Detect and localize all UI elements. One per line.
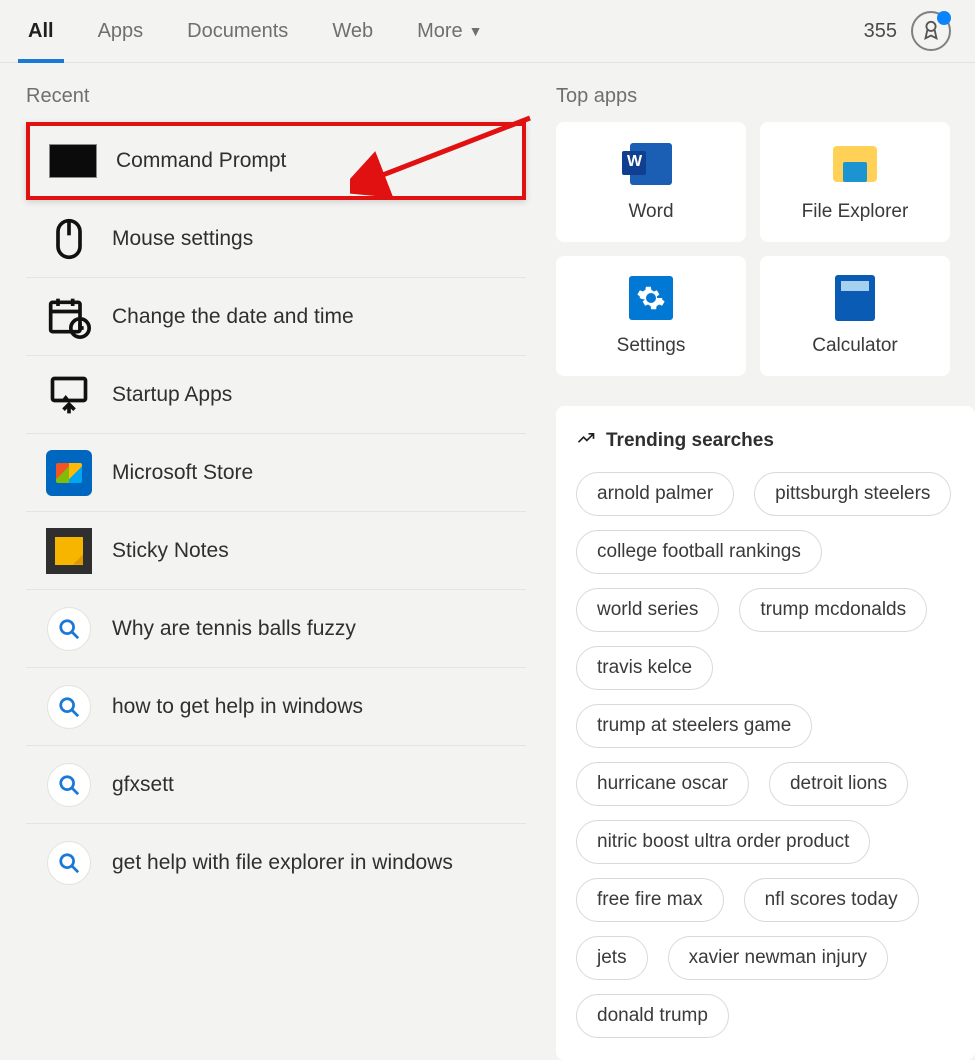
rewards-badge-icon[interactable] [911, 11, 951, 51]
recent-item-microsoft-store[interactable]: Microsoft Store [26, 434, 526, 512]
trending-searches-card: Trending searches arnold palmer pittsburg… [556, 406, 975, 1060]
sticky-notes-icon [44, 526, 94, 576]
app-card-label: File Explorer [802, 201, 909, 223]
recent-item-search-help-windows[interactable]: how to get help in windows [26, 668, 526, 746]
tab-documents[interactable]: Documents [165, 0, 310, 62]
settings-icon [628, 275, 674, 321]
tab-apps[interactable]: Apps [76, 0, 166, 62]
recent-item-search-help-explorer[interactable]: get help with file explorer in windows [26, 824, 526, 902]
command-prompt-icon [48, 136, 98, 186]
recent-item-label: Startup Apps [112, 383, 232, 407]
tab-label: Web [332, 20, 373, 43]
trending-chip[interactable]: college football rankings [576, 530, 822, 574]
tab-more[interactable]: More ▼ [395, 0, 504, 62]
tab-label: Documents [187, 20, 288, 43]
file-explorer-icon [832, 141, 878, 187]
recent-item-label: Mouse settings [112, 227, 253, 251]
trending-chip[interactable]: free fire max [576, 878, 724, 922]
recent-item-label: gfxsett [112, 773, 174, 797]
tab-label: Apps [98, 20, 144, 43]
tab-all[interactable]: All [6, 0, 76, 62]
chevron-down-icon: ▼ [469, 23, 483, 39]
trending-chip[interactable]: detroit lions [769, 762, 908, 806]
trending-chips: arnold palmer pittsburgh steelers college … [576, 472, 955, 1038]
trending-chip[interactable]: nfl scores today [744, 878, 919, 922]
recent-item-label: Command Prompt [116, 149, 286, 173]
top-apps-grid: Word File Explorer Settings Calculator [556, 122, 975, 376]
microsoft-store-icon [44, 448, 94, 498]
recent-item-search-tennis[interactable]: Why are tennis balls fuzzy [26, 590, 526, 668]
app-card-label: Calculator [812, 335, 898, 357]
notification-dot-icon [937, 11, 951, 25]
trending-chip[interactable]: donald trump [576, 994, 729, 1038]
trending-heading: Trending searches [576, 428, 955, 454]
trending-chip[interactable]: jets [576, 936, 648, 980]
rewards-points[interactable]: 355 [864, 20, 897, 43]
recent-item-date-time[interactable]: Change the date and time [26, 278, 526, 356]
app-card-label: Word [628, 201, 673, 223]
app-card-settings[interactable]: Settings [556, 256, 746, 376]
recent-item-search-gfxsett[interactable]: gfxsett [26, 746, 526, 824]
calculator-icon [832, 275, 878, 321]
trending-chip[interactable]: arnold palmer [576, 472, 734, 516]
recent-item-startup-apps[interactable]: Startup Apps [26, 356, 526, 434]
trending-chip[interactable]: xavier newman injury [668, 936, 888, 980]
trending-chip[interactable]: pittsburgh steelers [754, 472, 951, 516]
recent-item-label: Why are tennis balls fuzzy [112, 617, 356, 641]
mouse-icon [44, 214, 94, 264]
recent-item-label: get help with file explorer in windows [112, 851, 453, 875]
recent-item-sticky-notes[interactable]: Sticky Notes [26, 512, 526, 590]
search-icon [44, 760, 94, 810]
trending-chip[interactable]: trump mcdonalds [739, 588, 927, 632]
search-filter-tabs: All Apps Documents Web More ▼ 355 [0, 0, 975, 63]
monitor-up-icon [44, 370, 94, 420]
search-icon [44, 838, 94, 888]
recent-heading: Recent [26, 85, 526, 108]
trending-up-icon [576, 428, 596, 454]
app-card-file-explorer[interactable]: File Explorer [760, 122, 950, 242]
trending-chip[interactable]: trump at steelers game [576, 704, 812, 748]
recent-item-mouse-settings[interactable]: Mouse settings [26, 200, 526, 278]
recent-item-label: how to get help in windows [112, 695, 363, 719]
trending-chip[interactable]: world series [576, 588, 719, 632]
recent-item-command-prompt[interactable]: Command Prompt [26, 122, 526, 200]
tab-web[interactable]: Web [310, 0, 395, 62]
recent-list: Command Prompt Mouse settings Change the… [26, 122, 526, 902]
trending-heading-label: Trending searches [606, 430, 774, 452]
recent-item-label: Microsoft Store [112, 461, 253, 485]
trending-chip[interactable]: hurricane oscar [576, 762, 749, 806]
search-icon [44, 682, 94, 732]
tab-label: All [28, 20, 54, 43]
trending-chip[interactable]: travis kelce [576, 646, 713, 690]
trending-chip[interactable]: nitric boost ultra order product [576, 820, 870, 864]
app-card-calculator[interactable]: Calculator [760, 256, 950, 376]
top-apps-heading: Top apps [556, 85, 975, 108]
tab-label: More [417, 20, 463, 43]
app-card-label: Settings [617, 335, 686, 357]
search-icon [44, 604, 94, 654]
word-icon [628, 141, 674, 187]
recent-item-label: Change the date and time [112, 305, 354, 329]
app-card-word[interactable]: Word [556, 122, 746, 242]
calendar-clock-icon [44, 292, 94, 342]
recent-item-label: Sticky Notes [112, 539, 229, 563]
